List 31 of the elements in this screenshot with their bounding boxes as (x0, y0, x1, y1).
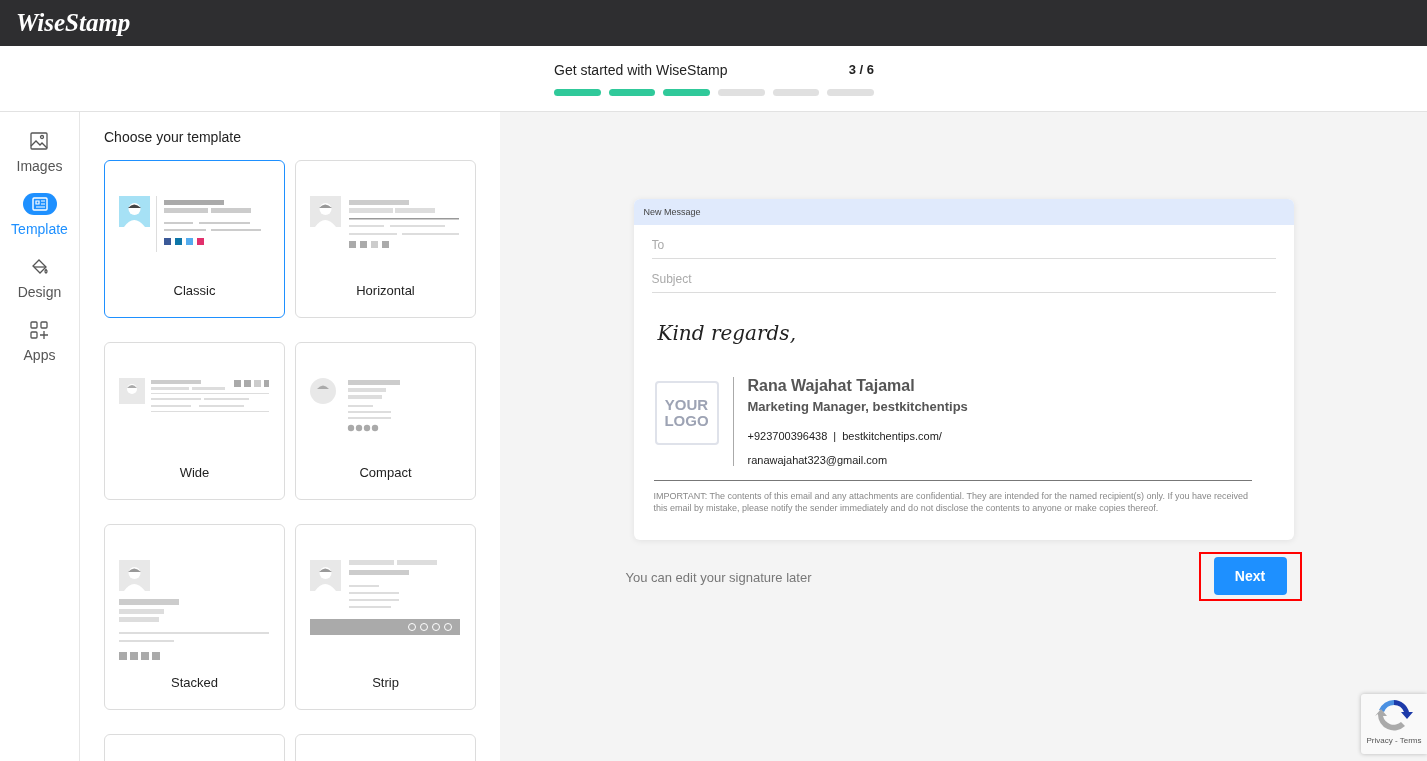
template-card[interactable]: Stacked (104, 524, 285, 710)
website-link[interactable]: bestkitchentips.com/ (842, 430, 942, 442)
newspaper-icon (22, 193, 57, 215)
sidebar-tab[interactable]: Apps (23, 319, 56, 363)
edit-later-note: You can edit your signature later (625, 570, 812, 585)
subject-field[interactable]: Subject (651, 259, 1276, 293)
panel-heading: Choose your template (104, 129, 242, 145)
logo-placeholder-text: YOUR LOGO (663, 397, 710, 429)
closing-text: Kind regards, (657, 321, 797, 345)
image-icon (30, 132, 49, 150)
to-field[interactable]: To (651, 225, 1276, 259)
paint-bucket-icon (30, 258, 49, 276)
template-card[interactable]: Strip (295, 524, 476, 710)
window-title: New Message (643, 207, 701, 217)
email-address[interactable]: ranawajahat323@gmail.com (747, 454, 968, 466)
separator: | (833, 430, 837, 442)
template-card[interactable]: Horizontal (295, 160, 476, 318)
template-card[interactable]: Compact (295, 342, 476, 500)
signature-title: Marketing Manager, bestkitchentips (747, 399, 968, 414)
template-card[interactable]: Wide (104, 342, 285, 500)
onboarding-title: Get started with WiseStamp (554, 62, 728, 78)
step-counter: 3 / 6 (848, 62, 874, 78)
disclaimer-text: IMPORTANT: The contents of this email and any attachments are confidential. They are intended for the named recipient(s) only. If you have received this email by mistake, please notify the sender immediately and do not disclose the contents to anyone or make copies thereof. (653, 480, 1252, 514)
apps-grid-icon (30, 321, 49, 339)
wisestamp-logo[interactable]: WiseStamp (16, 9, 131, 37)
signature-name: Rana Wajahat Tajamal (747, 377, 916, 395)
template-card[interactable]: Classic (104, 160, 285, 318)
sidebar-tab[interactable]: Design (17, 256, 62, 300)
recaptcha-badge: Privacy - Terms (1361, 694, 1427, 754)
phone-number: +923700396438 (747, 430, 828, 442)
sidebar-tab[interactable]: Images (16, 130, 63, 174)
